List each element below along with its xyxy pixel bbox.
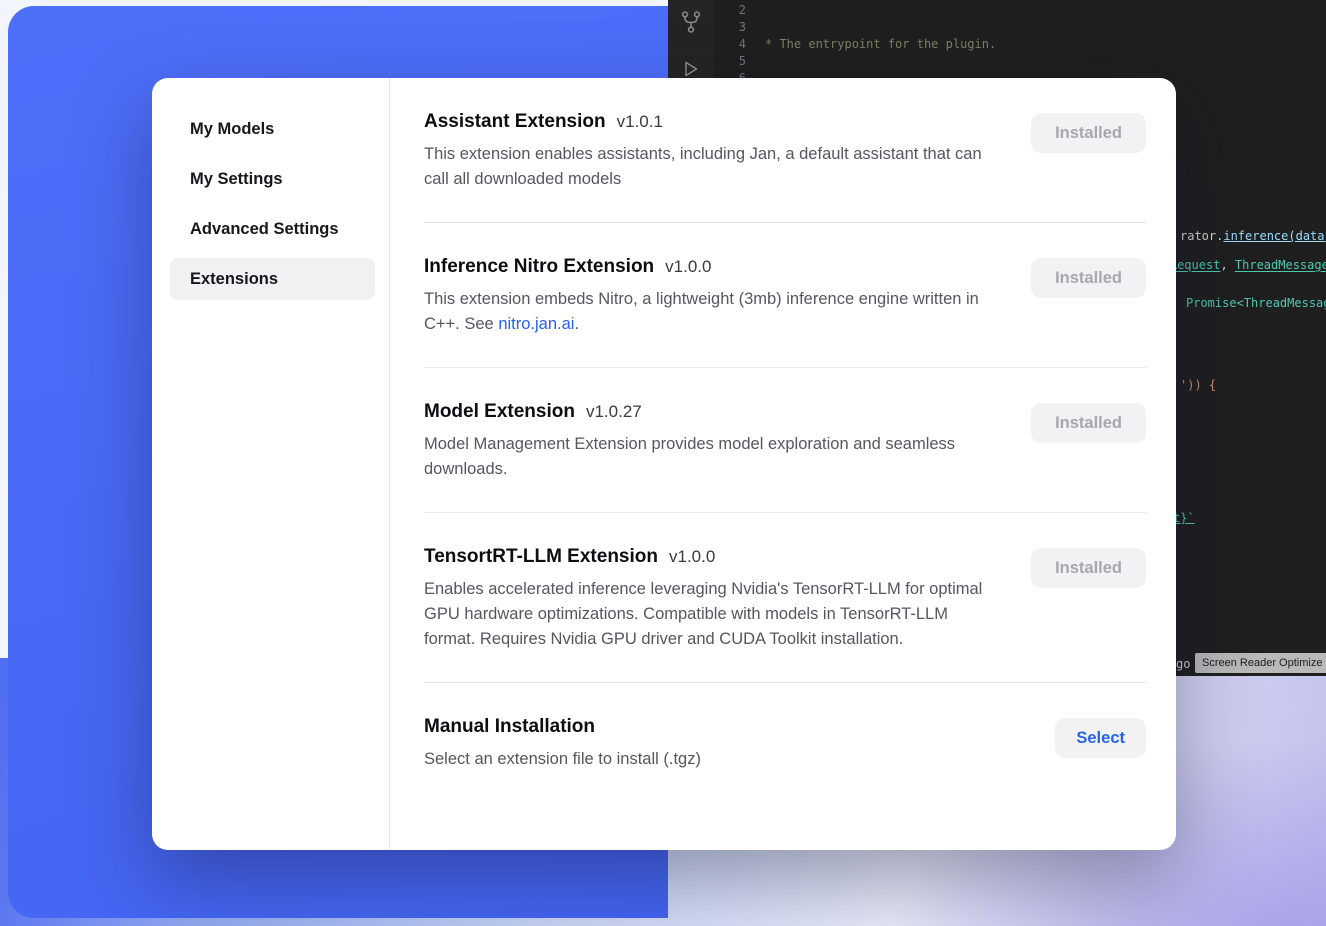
settings-sidebar: My Models My Settings Advanced Settings …	[152, 78, 390, 850]
code-fragment: ')) {	[1180, 378, 1216, 393]
extensions-list: Assistant Extension v1.0.1 This extensio…	[390, 78, 1176, 850]
manual-installation-row: Manual Installation Select an extension …	[424, 683, 1146, 802]
sidebar-item-my-models[interactable]: My Models	[170, 108, 375, 150]
extension-row-assistant: Assistant Extension v1.0.1 This extensio…	[424, 78, 1146, 223]
screen-reader-optimize-status[interactable]: Screen Reader Optimize	[1195, 653, 1326, 673]
code-separator: ,	[1220, 258, 1234, 272]
code-identifier: ThreadMessage	[1235, 258, 1326, 272]
line-number: 5	[712, 53, 746, 70]
extension-description: Model Management Extension provides mode…	[424, 432, 991, 482]
extension-info: Manual Installation Select an extension …	[424, 716, 1055, 772]
extension-info: Inference Nitro Extension v1.0.0 This ex…	[424, 256, 1031, 337]
installed-button[interactable]: Installed	[1031, 258, 1146, 298]
settings-modal: My Models My Settings Advanced Settings …	[152, 78, 1176, 850]
extension-info: Assistant Extension v1.0.1 This extensio…	[424, 111, 1031, 192]
extension-title: Model Extension	[424, 401, 575, 423]
code-comment: * The entrypoint for the plugin.	[765, 37, 996, 51]
extension-title: Assistant Extension	[424, 111, 606, 133]
extension-info: TensortRT-LLM Extension v1.0.0 Enables a…	[424, 546, 1031, 652]
extension-row-tensorrt-llm: TensortRT-LLM Extension v1.0.0 Enables a…	[424, 513, 1146, 683]
installed-button[interactable]: Installed	[1031, 113, 1146, 153]
line-number: 2	[712, 2, 746, 19]
extension-description: This extension enables assistants, inclu…	[424, 142, 991, 192]
manual-installation-description: Select an extension file to install (.tg…	[424, 747, 1002, 772]
select-file-button[interactable]: Select	[1055, 718, 1146, 758]
line-number: 3	[712, 19, 746, 36]
nitro-jan-ai-link[interactable]: nitro.jan.ai	[498, 315, 574, 333]
line-number: 4	[712, 36, 746, 53]
extension-version: v1.0.27	[586, 402, 642, 422]
extension-row-model: Model Extension v1.0.27 Model Management…	[424, 368, 1146, 513]
code-fragment: t}`	[1173, 511, 1195, 526]
extension-description: Enables accelerated inference leveraging…	[424, 577, 991, 652]
extension-version: v1.0.1	[617, 112, 663, 132]
extension-version: v1.0.0	[665, 257, 711, 277]
code-fragment: Promise<ThreadMessage>	[1186, 296, 1326, 311]
extension-title: TensortRT-LLM Extension	[424, 546, 658, 568]
sidebar-item-extensions[interactable]: Extensions	[170, 258, 375, 300]
editor-line-numbers: 2 3 4 5 6	[712, 2, 746, 87]
page-background: 2 3 4 5 6 * The entrypoint for the plugi…	[0, 0, 1326, 926]
sidebar-item-my-settings[interactable]: My Settings	[170, 158, 375, 200]
statusbar-text: go	[1176, 656, 1190, 672]
extension-description: This extension embeds Nitro, a lightweig…	[424, 287, 991, 337]
description-text: .	[574, 315, 579, 333]
git-branch-icon[interactable]	[678, 9, 704, 35]
installed-button[interactable]: Installed	[1031, 403, 1146, 443]
extension-version: v1.0.0	[669, 547, 715, 567]
manual-installation-title: Manual Installation	[424, 716, 595, 738]
sidebar-item-advanced-settings[interactable]: Advanced Settings	[170, 208, 375, 250]
extension-info: Model Extension v1.0.27 Model Management…	[424, 401, 1031, 482]
code-fragment: rator.inference(data));	[1180, 229, 1326, 244]
installed-button[interactable]: Installed	[1031, 548, 1146, 588]
extension-row-inference-nitro: Inference Nitro Extension v1.0.0 This ex…	[424, 223, 1146, 368]
extension-title: Inference Nitro Extension	[424, 256, 654, 278]
